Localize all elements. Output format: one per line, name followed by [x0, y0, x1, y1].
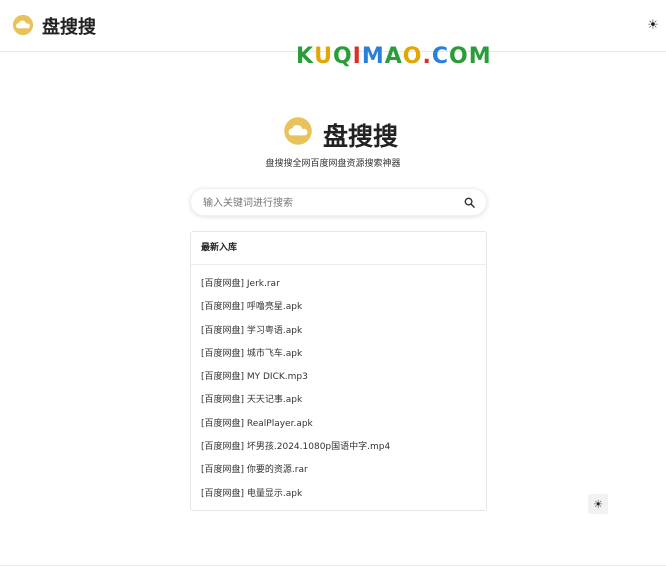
list-item[interactable]: [百度网盘] Jerk.rar	[201, 277, 390, 300]
list-item[interactable]: [百度网盘] 学习粤语.apk	[201, 324, 390, 347]
banner-letter: K	[296, 44, 315, 69]
search-box	[190, 188, 487, 216]
list-item[interactable]: [百度网盘] 坏男孩.2024.1080p国语中字.mp4	[201, 440, 390, 463]
floating-theme-toggle-sun-icon[interactable]: ☀	[588, 494, 608, 514]
banner-letter: M	[468, 44, 492, 69]
hero-title: 盘搜搜	[323, 122, 399, 151]
search-icon[interactable]	[464, 197, 475, 208]
latest-heading: 最新入库	[191, 232, 486, 265]
latest-panel: 最新入库 [百度网盘] Jerk.rar [百度网盘] 呼噜亮星.apk [百度…	[190, 231, 487, 511]
list-item[interactable]: [百度网盘] MY DICK.mp3	[201, 370, 390, 393]
list-item[interactable]: [百度网盘] RealPlayer.apk	[201, 417, 390, 440]
list-item[interactable]: [百度网盘] 天天记事.apk	[201, 393, 390, 416]
banner-letter: U	[314, 44, 333, 69]
cloud-logo-icon	[284, 117, 312, 145]
cloud-logo-icon[interactable]	[12, 14, 34, 36]
hero-subtitle: 盘搜搜全网百度网盘资源搜索神器	[265, 159, 401, 169]
banner-letter: O	[448, 44, 469, 69]
banner-letter: O	[402, 44, 423, 69]
search-input[interactable]	[201, 193, 455, 213]
latest-list: [百度网盘] Jerk.rar [百度网盘] 呼噜亮星.apk [百度网盘] 学…	[201, 277, 390, 510]
banner-letter: I	[352, 44, 362, 69]
list-item[interactable]: [百度网盘] 城市飞车.apk	[201, 347, 390, 370]
list-item[interactable]: [百度网盘] 你要的资源.rar	[201, 463, 390, 486]
footer-divider	[0, 565, 666, 566]
banner-letter: .	[422, 44, 432, 69]
theme-toggle-sun-icon[interactable]: ☀	[645, 17, 661, 33]
banner-letter: C	[431, 44, 449, 69]
list-item[interactable]: [百度网盘] 呼噜亮星.apk	[201, 300, 390, 323]
banner-letter: A	[384, 44, 403, 69]
list-item[interactable]: [百度网盘] 电量显示.apk	[201, 487, 390, 510]
banner-letter: Q	[332, 44, 353, 69]
site-name[interactable]: 盘搜搜	[42, 13, 96, 39]
advertisement-banner[interactable]: KUQIMAO.COM	[296, 44, 492, 69]
banner-letter: M	[361, 44, 385, 69]
